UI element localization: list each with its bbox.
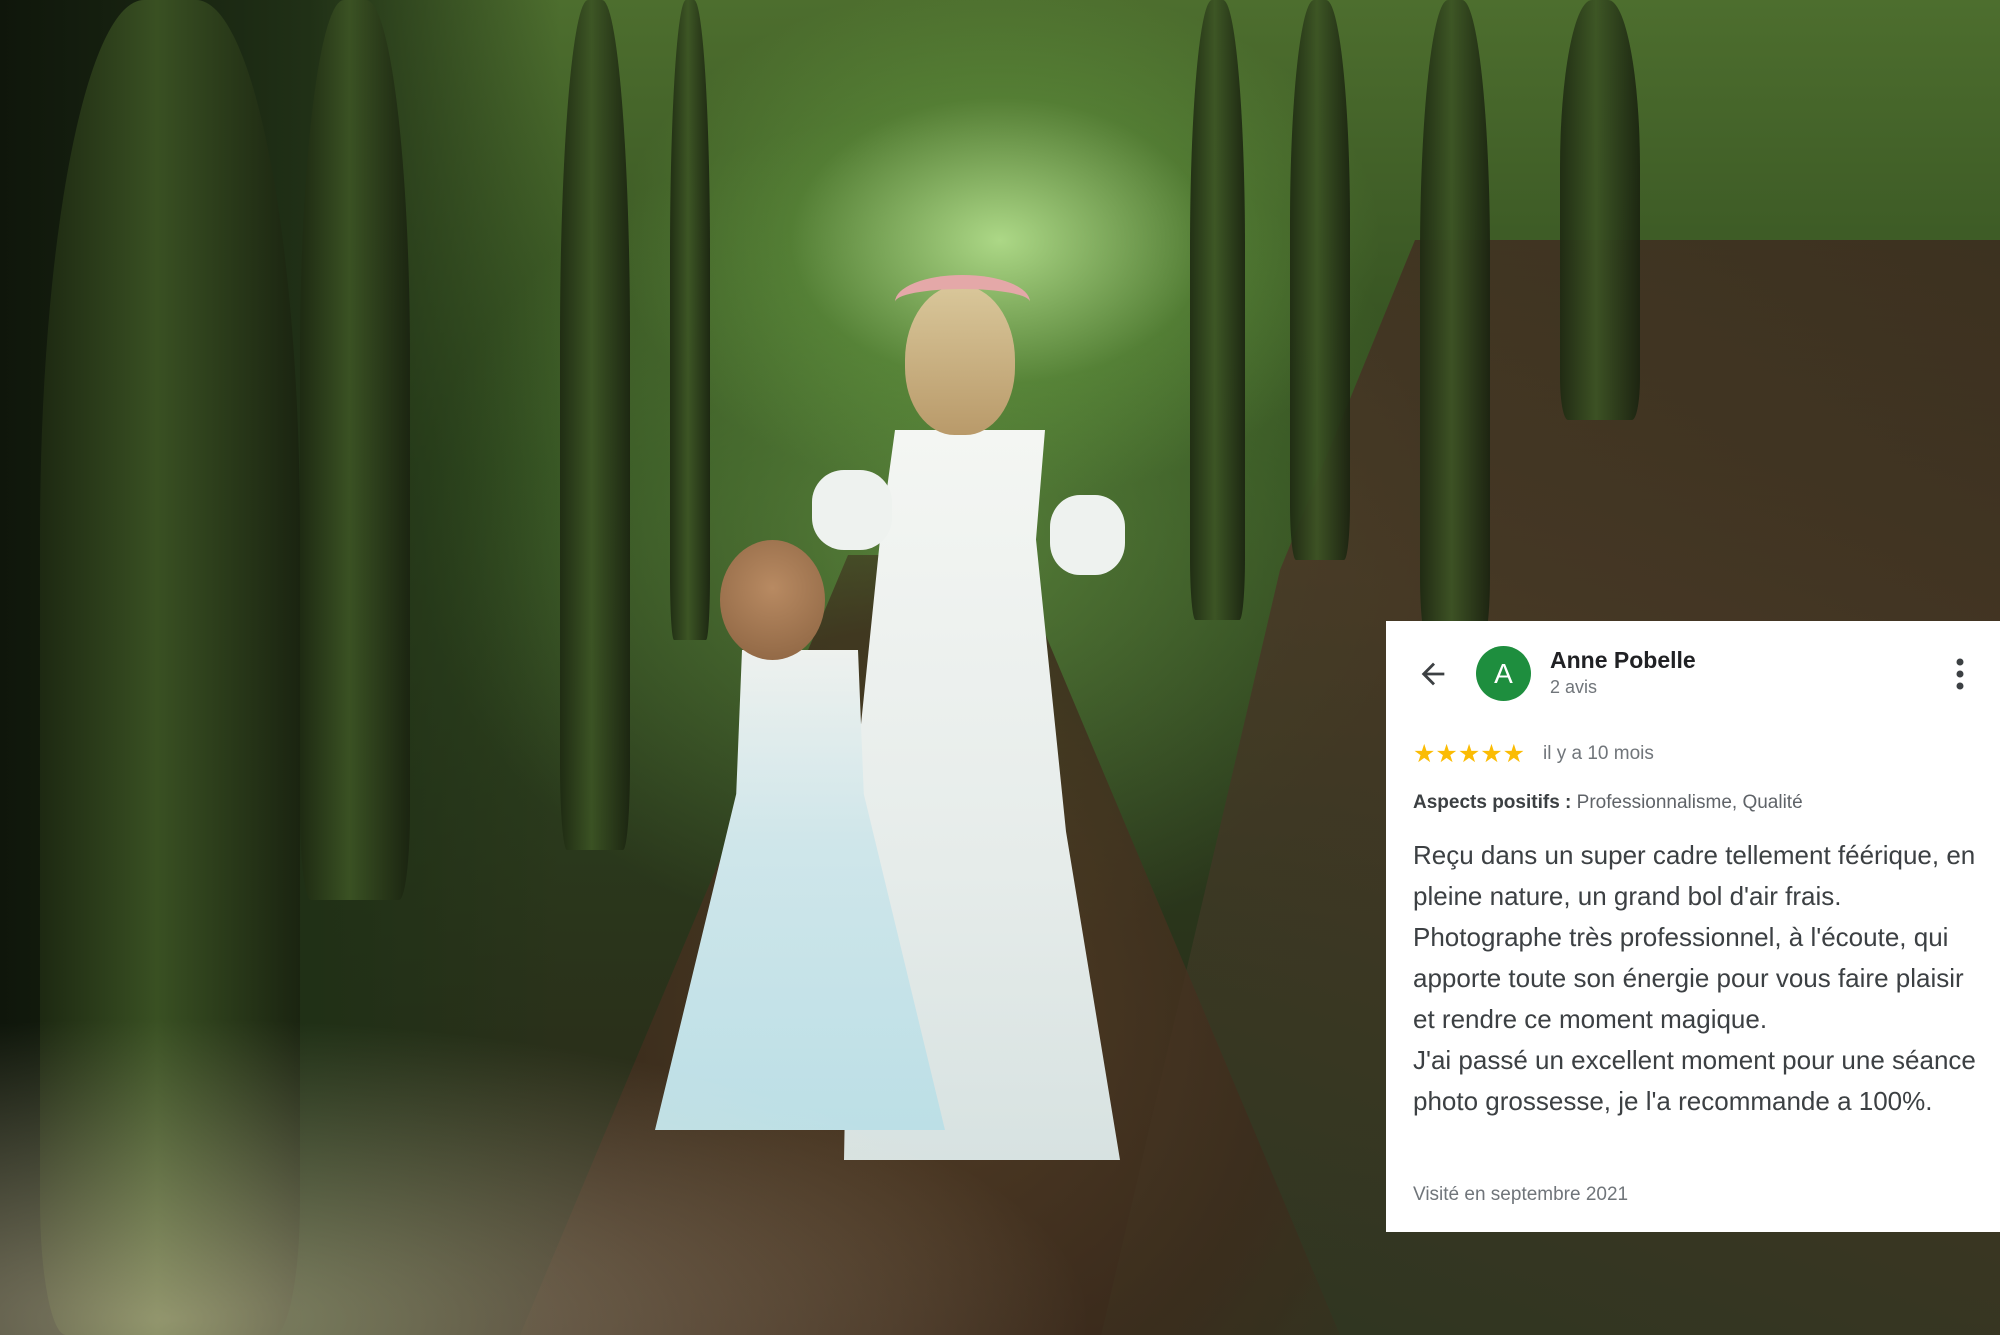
tree-trunk xyxy=(1420,0,1490,640)
visit-date: Visité en septembre 2021 xyxy=(1413,1184,1629,1205)
girl-head xyxy=(720,540,825,660)
tree-trunk xyxy=(300,0,410,900)
tree-trunk xyxy=(560,0,630,850)
review-paragraph: J'ai passé un excellent moment pour une … xyxy=(1413,1045,1976,1116)
tree-trunk xyxy=(1190,0,1245,620)
avatar-letter: A xyxy=(1494,658,1513,689)
review-paragraph: Reçu dans un super cadre tellement fééri… xyxy=(1413,840,1976,1034)
review-card: A Anne Pobelle 2 avis ★★★★★ il y a 10 mo… xyxy=(1386,621,2000,1232)
aspects-label: Aspects positifs : xyxy=(1413,792,1572,813)
arrow-left-icon[interactable] xyxy=(1416,657,1450,691)
star-rating: ★★★★★ xyxy=(1413,740,1526,768)
tree-trunk xyxy=(1560,0,1640,420)
reviewer-name[interactable]: Anne Pobelle xyxy=(1550,647,1696,674)
review-text: Reçu dans un super cadre tellement fééri… xyxy=(1413,835,1983,1122)
tree-trunk xyxy=(670,0,710,640)
woman-sleeve xyxy=(1050,495,1125,575)
avatar[interactable]: A xyxy=(1476,646,1531,701)
flower-crown xyxy=(895,275,1030,329)
light-fog xyxy=(0,1015,1100,1335)
reviewer-review-count: 2 avis xyxy=(1550,677,1598,697)
aspects-value: Professionnalisme, Qualité xyxy=(1576,792,1803,813)
woman-sleeve xyxy=(812,470,892,550)
more-vert-icon[interactable] xyxy=(1950,655,1970,693)
aspects-positifs: Aspects positifs : Professionnalisme, Qu… xyxy=(1413,792,1803,814)
tree-trunk xyxy=(1290,0,1350,560)
review-date: il y a 10 mois xyxy=(1543,743,1654,764)
